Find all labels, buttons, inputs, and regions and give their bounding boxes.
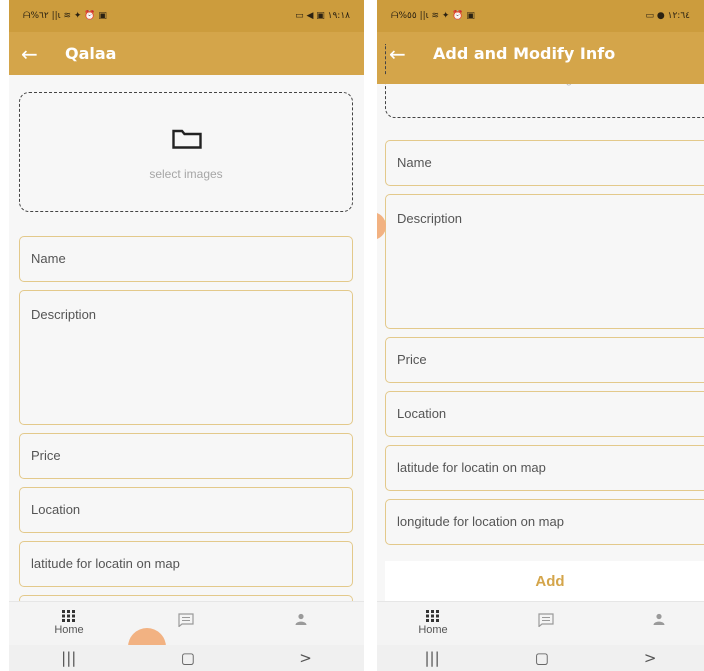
back-button[interactable]: > bbox=[299, 649, 312, 667]
bottom-navigation: Home bbox=[377, 601, 704, 645]
status-left: ᗩ%٦٢ ||ι ≋ ✦ ⏰ ▣ bbox=[23, 11, 107, 21]
longitude-placeholder: longitude for location on map bbox=[397, 514, 564, 529]
location-placeholder: Location bbox=[31, 502, 81, 517]
nav-home-label: Home bbox=[418, 624, 448, 636]
status-left: ᗩ%٥٥ ||ι ≋ ✦ ⏰ ▣ bbox=[391, 11, 475, 21]
home-button[interactable]: ▢ bbox=[535, 649, 549, 667]
nav-home[interactable]: Home bbox=[403, 610, 463, 636]
description-placeholder: Description bbox=[31, 307, 97, 322]
status-bar: ᗩ%٦٢ ||ι ≋ ✦ ⏰ ▣ ▭ ◀ ▣ ١٩:١٨ bbox=[9, 0, 364, 32]
status-bar: ᗩ%٥٥ ||ι ≋ ✦ ⏰ ▣ ▭ ● ١٢:٦٤ bbox=[377, 0, 704, 32]
add-button[interactable]: Add bbox=[385, 561, 704, 601]
latitude-placeholder: latitude for locatin on map bbox=[397, 460, 546, 475]
name-placeholder: Name bbox=[31, 251, 66, 266]
latitude-field[interactable]: latitude for locatin on map bbox=[19, 541, 353, 587]
app-bar-bottom bbox=[377, 75, 704, 84]
nav-chat[interactable] bbox=[156, 610, 216, 627]
folder-icon bbox=[172, 129, 202, 149]
image-picker[interactable]: select images bbox=[19, 92, 353, 212]
grid-icon bbox=[426, 610, 439, 622]
chat-icon bbox=[178, 613, 194, 627]
nav-profile[interactable] bbox=[271, 610, 331, 625]
back-button[interactable]: > bbox=[644, 649, 657, 667]
price-field[interactable]: Price bbox=[385, 337, 704, 383]
select-images-label: select images bbox=[149, 167, 223, 181]
system-navigation: ||| ▢ > bbox=[9, 645, 364, 671]
status-right: ▭ ◀ ▣ ١٩:١٨ bbox=[295, 11, 350, 21]
description-field[interactable]: Description bbox=[19, 290, 353, 425]
latitude-placeholder: latitude for locatin on map bbox=[31, 556, 180, 571]
person-icon bbox=[295, 613, 307, 625]
nav-profile[interactable] bbox=[629, 610, 689, 625]
location-placeholder: Location bbox=[397, 406, 447, 421]
name-field[interactable]: Name bbox=[19, 236, 353, 282]
name-field[interactable]: Name bbox=[385, 140, 704, 186]
grid-icon bbox=[62, 610, 75, 622]
right-screen: ᗩ%٥٥ ||ι ≋ ✦ ⏰ ▣ ▭ ● ١٢:٦٤ ← Add and Mod… bbox=[377, 0, 704, 671]
description-placeholder: Description bbox=[397, 211, 463, 226]
bottom-navigation: Home bbox=[9, 601, 364, 645]
recents-button[interactable]: ||| bbox=[61, 649, 76, 667]
home-button[interactable]: ▢ bbox=[181, 649, 195, 667]
latitude-field[interactable]: latitude for locatin on map bbox=[385, 445, 704, 491]
status-right: ▭ ● ١٢:٦٤ bbox=[645, 11, 690, 21]
nav-home-label: Home bbox=[54, 624, 84, 636]
recents-button[interactable]: ||| bbox=[425, 649, 440, 667]
location-field[interactable]: Location bbox=[385, 391, 704, 437]
app-bar: ← Qalaa bbox=[9, 32, 364, 75]
location-field[interactable]: Location bbox=[19, 487, 353, 533]
nav-chat[interactable] bbox=[516, 610, 576, 627]
system-navigation: ||| ▢ > bbox=[377, 645, 704, 671]
page-title: Qalaa bbox=[65, 44, 117, 63]
person-icon bbox=[653, 613, 665, 625]
price-placeholder: Price bbox=[397, 352, 427, 367]
chat-icon bbox=[538, 613, 554, 627]
longitude-field[interactable]: longitude for location on map bbox=[385, 499, 704, 545]
description-field[interactable]: Description bbox=[385, 194, 704, 329]
name-placeholder: Name bbox=[397, 155, 432, 170]
left-screen: ᗩ%٦٢ ||ι ≋ ✦ ⏰ ▣ ▭ ◀ ▣ ١٩:١٨ ← Qalaa sel… bbox=[9, 0, 364, 671]
price-field[interactable]: Price bbox=[19, 433, 353, 479]
back-arrow-icon[interactable]: ← bbox=[21, 42, 61, 66]
nav-home[interactable]: Home bbox=[39, 610, 99, 636]
price-placeholder: Price bbox=[31, 448, 61, 463]
